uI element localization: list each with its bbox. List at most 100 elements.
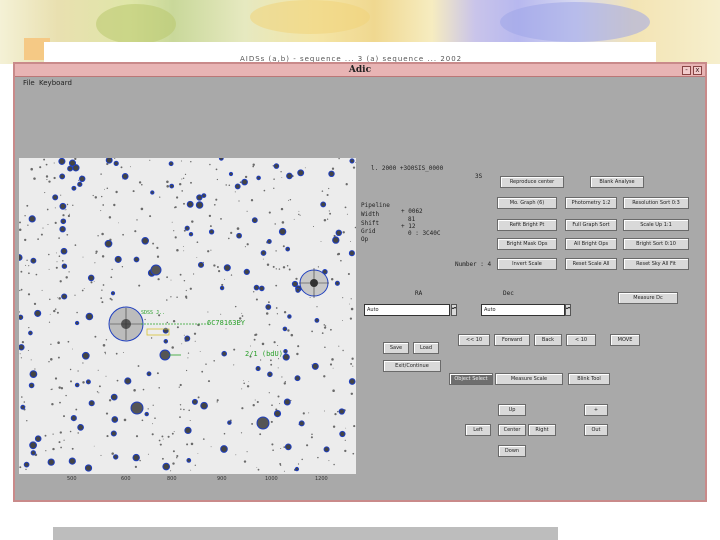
detection-marker	[323, 446, 330, 453]
star	[344, 439, 346, 441]
star	[48, 321, 51, 323]
dec-spinner[interactable]: ▴▾	[565, 304, 571, 316]
reproduce-center-button[interactable]: Reproduce center	[500, 176, 564, 188]
star	[271, 443, 274, 446]
star	[136, 219, 138, 221]
star	[20, 396, 23, 398]
tool-button[interactable]: Reset Sky All Fit	[623, 258, 689, 270]
ra-input[interactable]: Auto	[364, 304, 450, 316]
tool-button[interactable]: Scale Up 1:1	[623, 219, 689, 231]
minimize-button[interactable]: -	[682, 66, 691, 75]
star	[74, 294, 76, 296]
tool-button[interactable]: Bright Mask Ops	[497, 238, 557, 250]
star	[280, 207, 284, 211]
measure-button[interactable]: Measure Dc	[618, 292, 678, 304]
detection-marker	[188, 232, 194, 237]
star	[172, 320, 176, 323]
right-button[interactable]: Right	[528, 424, 556, 436]
star	[138, 284, 141, 287]
star	[283, 470, 285, 472]
up-button[interactable]: Up	[498, 404, 526, 416]
detection-marker	[255, 366, 261, 372]
forward-10-button[interactable]: < 10	[566, 334, 596, 346]
star	[276, 313, 279, 315]
star	[142, 388, 145, 391]
star	[344, 449, 347, 453]
star	[138, 181, 142, 184]
dec-input[interactable]: Auto	[481, 304, 565, 316]
star	[40, 233, 43, 236]
star	[170, 279, 172, 281]
star	[59, 431, 62, 434]
exit-button[interactable]: Exit/Continue	[383, 360, 441, 372]
star	[20, 357, 23, 359]
star	[63, 415, 65, 418]
star	[176, 454, 179, 458]
detection-marker	[88, 400, 95, 407]
tool-button[interactable]: Reset Scale All	[565, 258, 617, 270]
ra-spinner[interactable]: ▴▾	[451, 304, 457, 316]
banner-flower-left	[96, 4, 176, 44]
star	[54, 207, 56, 209]
star	[323, 410, 325, 412]
star	[44, 434, 47, 437]
forward-button[interactable]: Forward	[494, 334, 530, 346]
down-button[interactable]: Down	[498, 445, 526, 457]
detection-marker	[84, 464, 93, 472]
detection-marker	[243, 268, 250, 276]
detection-marker	[114, 255, 122, 263]
star	[306, 444, 309, 447]
blink-tool-button[interactable]: Blink Tool	[568, 373, 610, 385]
star	[330, 328, 332, 331]
tool-button[interactable]: Photometry 1:2	[565, 197, 617, 209]
load-button[interactable]: Load	[413, 342, 439, 354]
back-10-button[interactable]: << 10	[458, 334, 490, 346]
back-button[interactable]: Back	[534, 334, 562, 346]
star	[24, 215, 26, 217]
detection-marker	[70, 415, 77, 422]
star	[50, 358, 53, 361]
star	[166, 180, 169, 184]
star	[159, 443, 162, 446]
center-button[interactable]: Center	[498, 424, 526, 436]
menu-file[interactable]: File	[23, 79, 35, 87]
star	[331, 358, 334, 361]
detection-marker	[241, 178, 248, 186]
star	[95, 252, 97, 255]
object-select-button[interactable]: Object Select	[449, 373, 493, 385]
move-button[interactable]: MOVE	[610, 334, 640, 346]
sky-image[interactable]: SDSS J.. 6C78163EY 2/1 (bdU)	[19, 158, 356, 474]
blank-analyse-button[interactable]: Blank Analyse	[590, 176, 644, 188]
axis-tick: 1000	[265, 476, 278, 482]
tool-button[interactable]: Resolution Sort 0:3	[623, 197, 689, 209]
left-button[interactable]: Left	[465, 424, 491, 436]
tool-button[interactable]: Invert Scale	[497, 258, 557, 270]
star	[69, 380, 73, 383]
tool-button[interactable]: All Bright Ops	[565, 238, 617, 250]
star	[185, 289, 187, 292]
tool-button[interactable]: Bright Sort 0:10	[623, 238, 689, 250]
star	[170, 470, 172, 472]
tool-button[interactable]: Mo. Graph (6)	[497, 197, 557, 209]
star	[179, 404, 182, 406]
zoom-in-button[interactable]: +	[584, 404, 608, 416]
tool-button[interactable]: Full Graph Sort	[565, 219, 617, 231]
star	[347, 272, 350, 276]
star	[355, 162, 356, 163]
tool-button[interactable]: Refit Bright Pt	[497, 219, 557, 231]
menu-keyboard[interactable]: Keyboard	[39, 79, 72, 87]
window-titlebar[interactable]: Adic - x	[15, 64, 705, 77]
star	[50, 343, 52, 345]
star	[133, 389, 136, 392]
star	[254, 399, 256, 401]
star	[60, 387, 64, 390]
close-button[interactable]: x	[693, 66, 702, 75]
star	[323, 324, 326, 326]
star	[48, 253, 50, 256]
zoom-out-button[interactable]: Out	[584, 424, 608, 436]
star	[207, 380, 211, 383]
star	[187, 357, 189, 359]
save-button[interactable]: Save	[383, 342, 409, 354]
measure-scale-button[interactable]: Measure Scale	[495, 373, 563, 385]
param-width: Width	[361, 211, 380, 218]
